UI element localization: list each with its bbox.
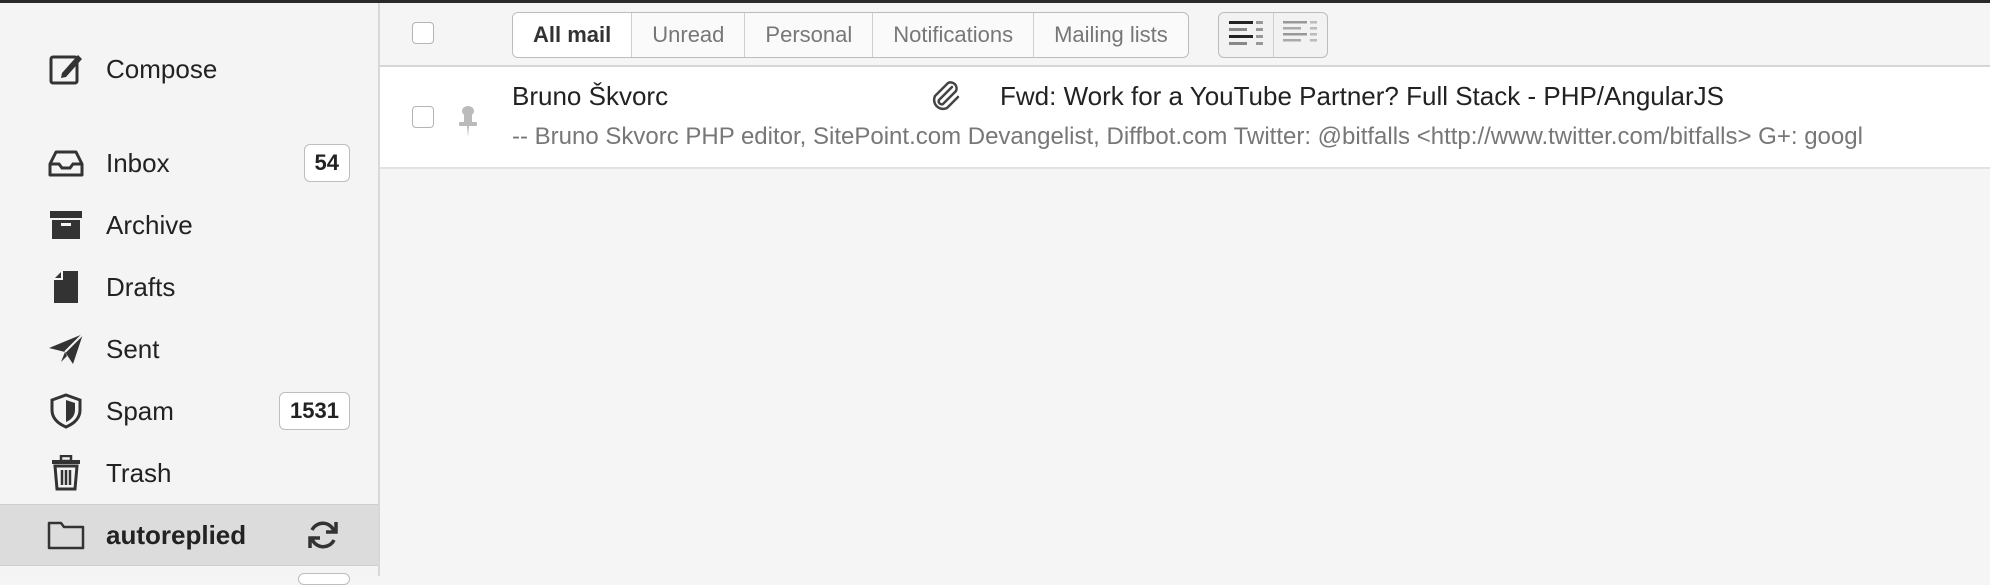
attachment-icon <box>928 79 962 113</box>
sidebar-item-inbox[interactable]: Inbox 54 <box>0 133 378 193</box>
compose-label: Compose <box>106 53 218 84</box>
message-list-pane: All mail Unread Personal Notifications M… <box>380 3 1990 576</box>
sidebar-item-archive[interactable]: Archive <box>0 195 378 255</box>
compose-button[interactable]: Compose <box>0 39 378 99</box>
comfortable-density-icon <box>1228 18 1264 53</box>
tab-personal[interactable]: Personal <box>744 13 872 57</box>
sidebar-item-label: Drafts <box>106 271 176 302</box>
message-checkbox[interactable] <box>412 106 434 128</box>
message-sender: Bruno Škvorc <box>512 81 669 111</box>
partial-badge <box>298 573 350 585</box>
message-preview: -- Bruno Skvorc PHP editor, SitePoint.co… <box>512 123 1863 150</box>
send-icon <box>46 329 86 369</box>
sidebar-item-spam[interactable]: Spam 1531 <box>0 381 378 441</box>
archive-icon <box>46 205 86 245</box>
sidebar-item-sent[interactable]: Sent <box>0 319 378 379</box>
compact-density-icon <box>1282 18 1318 53</box>
sidebar-item-label: Inbox <box>106 147 170 178</box>
message-subject: Fwd: Work for a YouTube Partner? Full St… <box>1000 81 1724 111</box>
sidebar-item-autoreplied[interactable]: autoreplied <box>0 504 378 566</box>
filter-tabs: All mail Unread Personal Notifications M… <box>512 12 1189 58</box>
shield-icon <box>46 391 86 431</box>
folder-icon <box>46 515 86 555</box>
sidebar-item-drafts[interactable]: Drafts <box>0 257 378 317</box>
trash-icon <box>46 453 86 493</box>
density-toggle <box>1218 12 1328 58</box>
message-row[interactable]: Bruno Škvorc Fwd: Work for a YouTube Par… <box>380 67 1990 169</box>
list-toolbar: All mail Unread Personal Notifications M… <box>380 3 1990 67</box>
sidebar-item-label: Sent <box>106 333 160 364</box>
spam-count-badge: 1531 <box>279 392 350 430</box>
comfortable-density-button[interactable] <box>1219 13 1273 57</box>
sidebar-item-label: autoreplied <box>106 519 247 550</box>
refresh-icon[interactable] <box>306 518 340 552</box>
unread-count-badge: 54 <box>303 144 350 182</box>
tab-mailing-lists[interactable]: Mailing lists <box>1033 13 1188 57</box>
tab-notifications[interactable]: Notifications <box>872 13 1033 57</box>
sidebar-item-label: Trash <box>106 457 172 488</box>
tab-all-mail[interactable]: All mail <box>513 13 632 57</box>
sidebar-item-label: Archive <box>106 209 193 240</box>
sidebar: Compose Inbox 54 Archive Drafts Sent Spa… <box>0 3 380 585</box>
drafts-icon <box>46 267 86 307</box>
compose-icon <box>46 49 86 89</box>
sidebar-item-trash[interactable]: Trash <box>0 443 378 503</box>
sidebar-item-label: Spam <box>106 395 174 426</box>
pin-icon[interactable] <box>456 105 480 139</box>
tab-unread[interactable]: Unread <box>631 13 744 57</box>
select-all-checkbox[interactable] <box>412 22 434 44</box>
compact-density-button[interactable] <box>1272 13 1328 57</box>
inbox-icon <box>46 143 86 183</box>
